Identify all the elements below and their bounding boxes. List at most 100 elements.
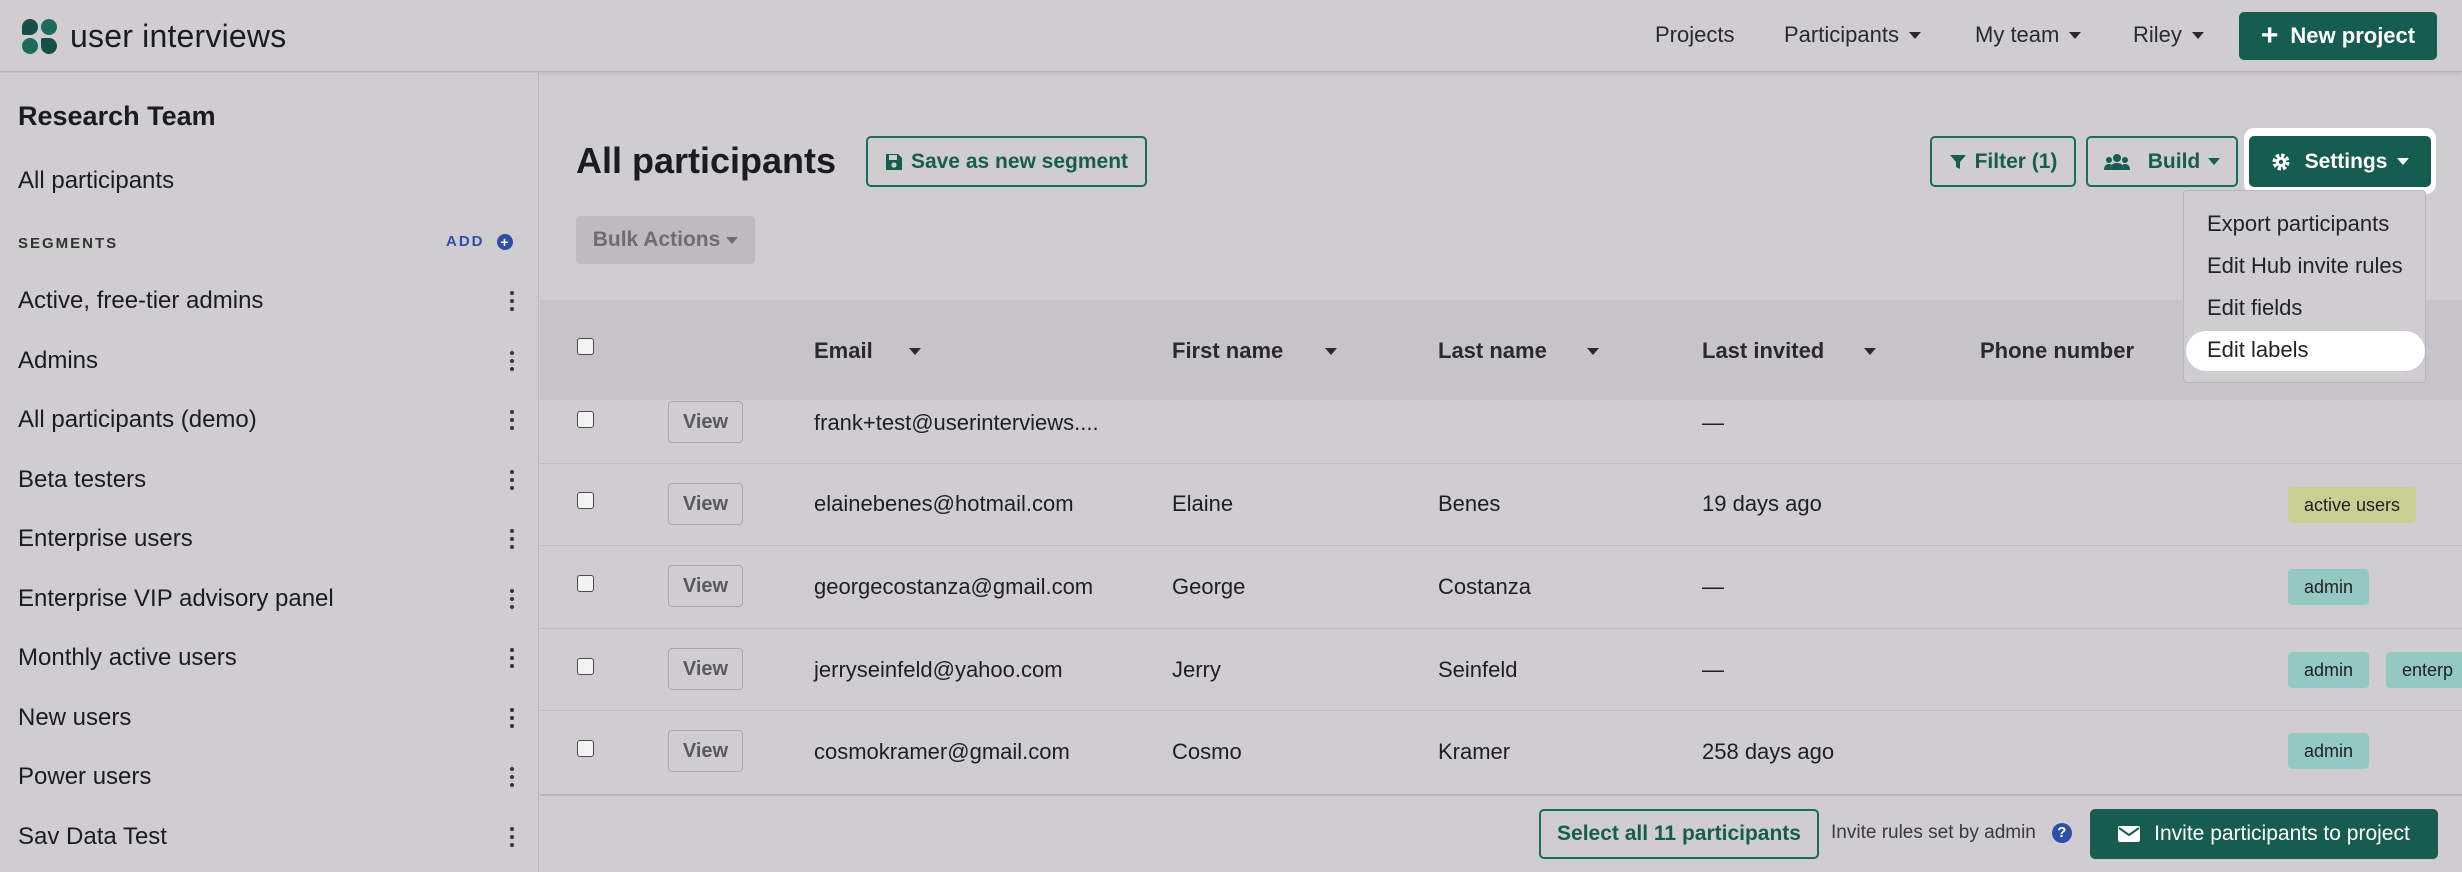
sidebar-item-all-participants[interactable]: All participants — [18, 167, 174, 195]
sidebar-segment[interactable]: All participants (demo) — [18, 400, 518, 440]
segment-label: Active, free-tier admins — [18, 287, 264, 314]
nav-projects[interactable]: Projects — [1655, 22, 1734, 48]
kebab-menu-icon[interactable] — [506, 589, 518, 609]
sidebar-segment[interactable]: Admins — [18, 341, 518, 381]
row-divider — [540, 463, 2462, 464]
sidebar-segment[interactable]: Enterprise users — [18, 519, 518, 559]
sidebar-segment[interactable]: Active, free-tier admins — [18, 281, 518, 321]
segment-label: Enterprise VIP advisory panel — [18, 585, 334, 612]
label-tag: enterp — [2386, 652, 2462, 688]
cell-last-name: Seinfeld — [1438, 657, 1518, 682]
menu-item-edit-labels[interactable]: Edit labels — [2207, 337, 2309, 363]
view-button[interactable]: View — [668, 648, 743, 690]
cell-first-name: Jerry — [1172, 657, 1221, 682]
label-tag: admin — [2288, 569, 2370, 605]
add-segment-button[interactable]: ADD + — [446, 233, 513, 250]
segment-label: Beta testers — [18, 466, 147, 493]
menu-item-edit-hub-invite-rules[interactable]: Edit Hub invite rules — [2207, 253, 2403, 279]
sidebar-segment[interactable]: New users — [18, 698, 518, 738]
view-button[interactable]: View — [668, 401, 743, 443]
row-checkbox[interactable] — [577, 740, 594, 757]
add-segment-label: ADD — [446, 233, 485, 250]
nav-my-team[interactable]: My team — [1975, 22, 2082, 48]
invite-button-label: Invite participants to project — [2154, 822, 2410, 845]
sidebar-segment[interactable]: Monthly active users — [18, 638, 518, 678]
nav-participants-label: Participants — [1784, 22, 1899, 47]
chevron-down-icon — [726, 236, 739, 244]
top-nav: user interviews Projects Participants My… — [0, 0, 2462, 72]
bulk-actions-button[interactable]: Bulk Actions — [576, 216, 755, 264]
invite-participants-button[interactable]: Invite participants to project — [2090, 809, 2438, 859]
chevron-down-icon — [2069, 31, 2082, 39]
brand-logo[interactable]: user interviews — [22, 18, 286, 55]
cell-email: frank+test@userinterviews.... — [814, 410, 1099, 435]
cell-last-invited: 19 days ago — [1702, 491, 1822, 516]
new-project-button[interactable]: + New project — [2239, 12, 2437, 60]
label-tag: active users — [2288, 487, 2417, 523]
label-tag: admin — [2288, 652, 2370, 688]
sidebar-segment[interactable]: Sav Data Test — [18, 817, 518, 857]
settings-button-highlight: Settings — [2244, 128, 2436, 194]
nav-user-label: Riley — [2133, 22, 2182, 47]
settings-button[interactable]: Settings — [2249, 136, 2431, 187]
filter-label: Filter (1) — [1974, 149, 2058, 173]
sort-caret-icon — [1864, 347, 1877, 355]
save-segment-button[interactable]: Save as new segment — [866, 136, 1147, 187]
team-name: Research Team — [18, 101, 216, 131]
cell-last-invited: — — [1702, 657, 1724, 682]
row-checkbox[interactable] — [577, 411, 594, 428]
kebab-menu-icon[interactable] — [506, 351, 518, 371]
select-all-participants-button[interactable]: Select all 11 participants — [1539, 809, 1819, 859]
cell-last-name: Costanza — [1438, 574, 1531, 599]
column-phone-number-label: Phone number — [1980, 338, 2135, 363]
cell-last-invited: — — [1702, 574, 1724, 599]
label-tag: admin — [2288, 733, 2370, 769]
cell-last-name: Benes — [1438, 491, 1501, 516]
page-title: All participants — [576, 140, 837, 181]
nav-participants[interactable]: Participants — [1784, 22, 1921, 48]
segment-label: Monthly active users — [18, 644, 237, 671]
sidebar-segment[interactable]: Power users — [18, 757, 518, 797]
kebab-menu-icon[interactable] — [506, 767, 518, 787]
column-first-name[interactable]: First name — [1172, 338, 1338, 364]
sort-caret-icon — [1586, 347, 1599, 355]
row-divider — [540, 628, 2462, 629]
users-icon — [2103, 153, 2130, 171]
filter-button[interactable]: Filter (1) — [1930, 136, 2076, 187]
segment-label: Enterprise users — [18, 525, 193, 552]
segment-label: Sav Data Test — [18, 823, 167, 850]
column-phone-number[interactable]: Phone number — [1980, 338, 2134, 364]
cell-last-invited: 258 days ago — [1702, 739, 1835, 764]
kebab-menu-icon[interactable] — [506, 410, 518, 430]
segments-heading: SEGMENTS — [18, 235, 119, 252]
column-last-name[interactable]: Last name — [1438, 338, 1599, 364]
nav-user-menu[interactable]: Riley — [2133, 22, 2204, 48]
cell-first-name: George — [1172, 574, 1246, 599]
view-button[interactable]: View — [668, 483, 743, 525]
nav-projects-label: Projects — [1655, 22, 1735, 47]
sidebar-segment[interactable]: Enterprise VIP advisory panel — [18, 579, 518, 619]
column-last-invited[interactable]: Last invited — [1702, 338, 1877, 364]
kebab-menu-icon[interactable] — [506, 708, 518, 728]
nav-my-team-label: My team — [1975, 22, 2060, 47]
row-checkbox[interactable] — [577, 658, 594, 675]
menu-item-edit-fields[interactable]: Edit fields — [2207, 295, 2302, 321]
menu-item-export-participants[interactable]: Export participants — [2207, 211, 2389, 237]
chevron-down-icon — [2208, 158, 2221, 165]
help-icon[interactable]: ? — [2051, 823, 2072, 843]
view-button[interactable]: View — [668, 730, 743, 772]
row-checkbox[interactable] — [577, 575, 594, 592]
view-button[interactable]: View — [668, 565, 743, 607]
row-checkbox[interactable] — [577, 492, 594, 509]
kebab-menu-icon[interactable] — [506, 827, 518, 847]
sidebar-segment[interactable]: Beta testers — [18, 460, 518, 500]
column-email[interactable]: Email — [814, 338, 921, 364]
invite-rules-note: Invite rules set by admin ? — [1831, 822, 2072, 844]
kebab-menu-icon[interactable] — [506, 470, 518, 490]
select-all-checkbox[interactable] — [577, 338, 594, 355]
segment-label: Power users — [18, 763, 152, 790]
kebab-menu-icon[interactable] — [506, 529, 518, 549]
kebab-menu-icon[interactable] — [506, 291, 518, 311]
build-button[interactable]: Build — [2086, 136, 2238, 187]
kebab-menu-icon[interactable] — [506, 648, 518, 668]
